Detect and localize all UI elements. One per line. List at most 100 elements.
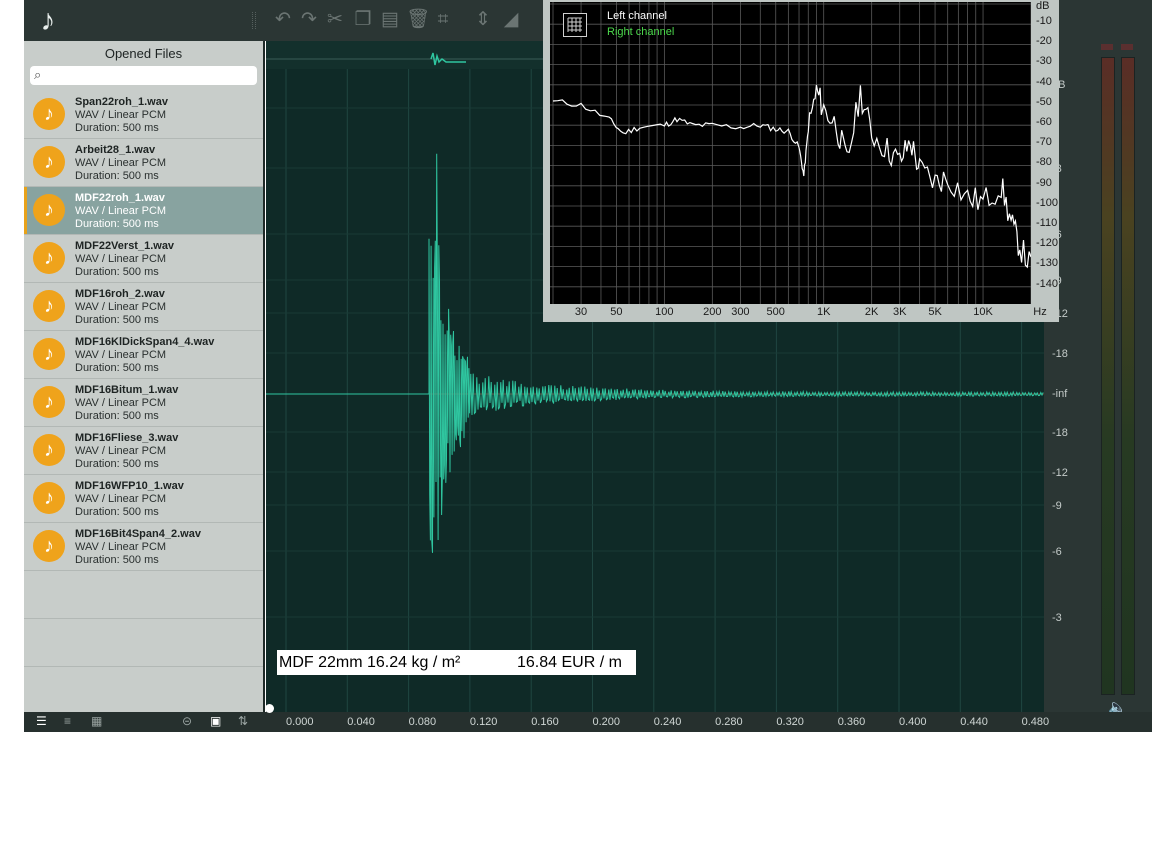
audio-file-icon: ♪ — [33, 386, 65, 418]
legend-right-channel: Right channel — [607, 26, 675, 38]
empty-list-row — [24, 619, 263, 667]
file-list-item[interactable]: ♪ MDF16KlDickSpan4_4.wav WAV / Linear PCM D… — [24, 331, 263, 379]
file-duration: Duration: 500 ms — [75, 122, 159, 134]
file-duration: Duration: 500 ms — [75, 314, 159, 326]
time-tick-label: 0.120 — [469, 716, 498, 728]
spectrum-grid-icon[interactable] — [563, 13, 587, 37]
time-tick-label: 0.160 — [531, 716, 559, 728]
redo-icon[interactable]: ↷ — [298, 9, 320, 31]
level-meter-right — [1121, 57, 1135, 695]
link-icon[interactable]: ⊝ — [182, 714, 192, 728]
crop-icon[interactable]: ⌗ — [432, 9, 454, 31]
db-scale-label: -18 — [1052, 427, 1068, 439]
file-name: MDF16WFP10_1.wav — [75, 480, 184, 492]
empty-list-row — [24, 571, 263, 619]
file-name: Span22roh_1.wav — [75, 96, 168, 108]
file-name: MDF16Fliese_3.wav — [75, 432, 179, 444]
spectrum-db-tick: -60 — [1036, 116, 1052, 128]
file-name: MDF22roh_1.wav — [75, 192, 165, 204]
time-tick-label: 0.000 — [286, 716, 314, 728]
search-icon: ⌕ — [34, 67, 42, 82]
audio-file-icon: ♪ — [33, 482, 65, 514]
db-scale-label: -6 — [1052, 546, 1062, 558]
db-scale-label: -18 — [1052, 348, 1068, 360]
grid-view-icon[interactable]: ▦ — [91, 714, 102, 728]
file-list-item[interactable]: ♪ MDF22Verst_1.wav WAV / Linear PCM Duratio… — [24, 235, 263, 283]
audio-file-icon: ♪ — [33, 434, 65, 466]
file-list-item[interactable]: ♪ Span22roh_1.wav WAV / Linear PCM Duration… — [24, 91, 263, 139]
audio-file-icon: ♪ — [33, 146, 65, 178]
file-list-item[interactable]: ♪ MDF16roh_2.wav WAV / Linear PCM Duration:… — [24, 283, 263, 331]
audio-file-icon: ♪ — [33, 530, 65, 562]
paste-icon[interactable]: ▤ — [379, 9, 401, 31]
file-format: WAV / Linear PCM — [75, 541, 167, 553]
spectrum-canvas — [550, 2, 1032, 308]
list-view-icon[interactable]: ☰ — [36, 714, 47, 728]
audio-file-icon: ♪ — [33, 194, 65, 226]
time-tick-label: 0.040 — [347, 716, 375, 728]
file-name: MDF16roh_2.wav — [75, 288, 165, 300]
panel-title: Opened Files — [104, 46, 183, 61]
delete-icon[interactable]: 🗑 — [406, 9, 430, 31]
file-format: WAV / Linear PCM — [75, 205, 167, 217]
spectrum-frequency-tick: 300 — [731, 306, 750, 318]
playhead-handle[interactable] — [265, 704, 274, 713]
spectrum-frequency-tick: 200 — [703, 306, 722, 318]
file-format: WAV / Linear PCM — [75, 445, 167, 457]
spectrum-db-tick: -20 — [1036, 35, 1052, 48]
time-tick-label: 0.320 — [776, 716, 804, 728]
audio-file-icon: ♪ — [33, 98, 65, 130]
spectrum-plot: Left channel Right channel — [550, 2, 1032, 308]
db-scale-label: -9 — [1052, 500, 1062, 512]
file-duration: Duration: 500 ms — [75, 266, 159, 278]
time-tick-label: 0.360 — [837, 716, 866, 728]
file-format: WAV / Linear PCM — [75, 301, 167, 313]
search-input[interactable]: ⌕ — [30, 66, 257, 85]
time-tick-label: 0.400 — [899, 716, 927, 728]
file-name: MDF16Bit4Span4_2.wav — [75, 528, 201, 540]
spectrum-frequency-tick: 10K — [973, 306, 993, 318]
grid-glyph — [567, 17, 582, 32]
spectrum-analyzer-window[interactable]: Left channel Right channel dB -10 -20 -30 -4… — [543, 0, 1059, 322]
compact-view-icon[interactable]: ≡ — [64, 714, 71, 728]
spectrum-db-tick: -80 — [1036, 156, 1052, 169]
copy-icon[interactable]: ❐ — [352, 9, 374, 31]
spectrum-db-tick: -40 — [1036, 75, 1052, 88]
file-list-item[interactable]: ♪ MDF22roh_1.wav WAV / Linear PCM Duration:… — [24, 187, 263, 235]
file-duration: Duration: 500 ms — [75, 410, 159, 422]
ramp-icon[interactable]: ◢ — [500, 9, 522, 31]
cut-icon[interactable]: ✂ — [324, 9, 346, 31]
image-view-icon[interactable]: ▣ — [210, 714, 221, 728]
time-tick-label: 0.280 — [715, 716, 743, 728]
undo-icon[interactable]: ↶ — [272, 9, 294, 31]
spectrum-trace — [552, 84, 1032, 269]
app-logo-icon[interactable]: ♪ — [24, 0, 72, 41]
sort-icon[interactable]: ⇅ — [238, 714, 248, 728]
file-duration: Duration: 500 ms — [75, 170, 159, 182]
file-list-item[interactable]: ♪ MDF16Bit4Span4_2.wav WAV / Linear PCM Dur… — [24, 523, 263, 571]
spectrum-db-tick: -90 — [1036, 176, 1052, 189]
status-bar: ☰ ≡ ▦ ⊝ ▣ ⇅ 0.000 0.040 0.080 0.120 0.160 0.2… — [24, 704, 1152, 732]
spectrum-frequency-tick: 50 — [610, 306, 623, 318]
file-list-item[interactable]: ♪ MDF16WFP10_1.wav WAV / Linear PCM Duratio… — [24, 475, 263, 523]
file-format: WAV / Linear PCM — [75, 253, 167, 265]
normalize-icon[interactable]: ⇕ — [472, 9, 494, 31]
file-duration: Duration: 500 ms — [75, 218, 159, 230]
file-list-item[interactable]: ♪ MDF16Fliese_3.wav WAV / Linear PCM Durati… — [24, 427, 263, 475]
file-format: WAV / Linear PCM — [75, 493, 167, 505]
spectrum-db-tick: -70 — [1036, 136, 1052, 149]
spectrum-frequency-tick: Hz — [1033, 306, 1047, 318]
file-name: MDF16Bitum_1.wav — [75, 384, 179, 396]
spectrum-frequency-tick: 1K — [816, 306, 831, 318]
spectrum-frequency-tick: 30 — [574, 306, 588, 318]
spectrum-db-tick: -50 — [1036, 95, 1052, 108]
file-list-item[interactable]: ♪ MDF16Bitum_1.wav WAV / Linear PCM Duratio… — [24, 379, 263, 427]
file-list-item[interactable]: ♪ Arbeit28_1.wav WAV / Linear PCM Duration:… — [24, 139, 263, 187]
spectrum-frequency-tick: 3K — [892, 306, 907, 318]
opened-files-panel: Opened Files ⌕ ♪ Span22roh_1.wav WAV / Lin… — [24, 41, 263, 712]
spectrum-frequency-tick: 500 — [766, 306, 785, 318]
audio-file-icon: ♪ — [33, 290, 65, 322]
spectrum-db-tick: -30 — [1036, 55, 1052, 68]
spectrum-db-tick: -120 — [1036, 237, 1059, 250]
spectrum-db-unit: dB — [1036, 0, 1050, 12]
